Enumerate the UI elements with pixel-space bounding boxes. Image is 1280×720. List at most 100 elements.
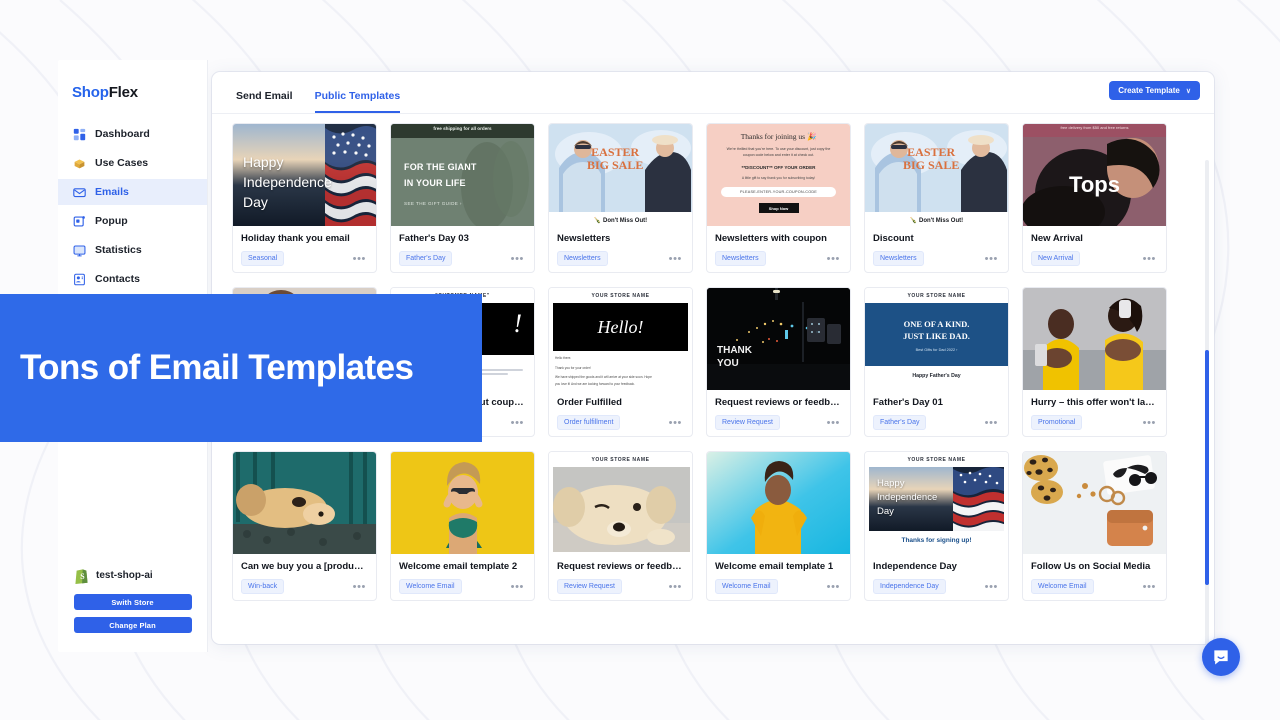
sidebar-item-contacts[interactable]: Contacts xyxy=(58,266,207,292)
thumb-store-name: YOUR STORE NAME xyxy=(865,452,1008,467)
scrollbar-thumb[interactable] xyxy=(1205,350,1209,585)
template-tag[interactable]: Father's Day xyxy=(873,415,926,430)
template-card-body: Welcome email template 2 Welcome Email •… xyxy=(391,554,534,600)
template-tag[interactable]: Welcome Email xyxy=(1031,579,1094,594)
template-card-body: Hurry – this offer won't last f… Promoti… xyxy=(1023,390,1166,436)
chat-launcher-button[interactable] xyxy=(1202,638,1240,676)
template-title: Request reviews or feedback xyxy=(557,561,684,572)
template-card-body: Holiday thank you email Seasonal ••• xyxy=(233,226,376,272)
card-menu-icon[interactable]: ••• xyxy=(669,584,684,590)
template-card[interactable]: THANK YOU Request reviews or feedback1 R… xyxy=(706,287,851,437)
template-card[interactable]: EASTER BIG SALE 🍾 Don't Miss Out! Discou… xyxy=(864,123,1009,273)
sidebar-item-label: Contacts xyxy=(95,273,140,285)
template-card[interactable]: Can we buy you a [product y… Win-back ••… xyxy=(232,451,377,601)
sidebar-item-popup[interactable]: Popup xyxy=(58,208,207,234)
template-thumbnail xyxy=(1023,452,1166,554)
template-card-body: Newsletters with coupon Newsletters ••• xyxy=(707,226,850,272)
template-tag[interactable]: Welcome Email xyxy=(715,579,778,594)
thumb-cta-button[interactable]: Shop Now xyxy=(759,203,799,213)
card-menu-icon[interactable]: ••• xyxy=(511,420,526,426)
template-title: Can we buy you a [product y… xyxy=(241,561,368,572)
template-card[interactable]: Welcome email template 2 Welcome Email •… xyxy=(390,451,535,601)
template-card-footer: Review Request ••• xyxy=(715,415,842,430)
thumb-text-line: ONE OF A KIND. xyxy=(903,318,970,330)
logo-text-flex: Flex xyxy=(109,84,138,101)
template-tag[interactable]: Review Request xyxy=(557,579,622,594)
sidebar-item-use-cases[interactable]: Use Cases xyxy=(58,150,207,176)
template-tag[interactable]: Newsletters xyxy=(715,251,766,266)
sidebar-item-dashboard[interactable]: Dashboard xyxy=(58,121,207,147)
card-menu-icon[interactable]: ••• xyxy=(511,256,526,262)
template-card[interactable]: YOUR STORE NAME ONE OF A KIND. JUST LIKE… xyxy=(864,287,1009,437)
template-tag[interactable]: Father's Day xyxy=(399,251,452,266)
template-tag[interactable]: Review Request xyxy=(715,415,780,430)
app-logo[interactable]: ShopFlex xyxy=(58,60,207,101)
thumb-store-name: YOUR STORE NAME xyxy=(549,288,692,303)
template-thumbnail: EASTER BIG SALE 🍾 Don't Miss Out! xyxy=(549,124,692,226)
card-menu-icon[interactable]: ••• xyxy=(1143,584,1158,590)
card-menu-icon[interactable]: ••• xyxy=(827,584,842,590)
thumb-text-line: coupon code below and enter it at check … xyxy=(715,152,842,158)
card-menu-icon[interactable]: ••• xyxy=(1143,420,1158,426)
template-card[interactable]: Follow Us on Social Media Welcome Email … xyxy=(1022,451,1167,601)
card-menu-icon[interactable]: ••• xyxy=(669,420,684,426)
template-tag[interactable]: Newsletters xyxy=(873,251,924,266)
card-menu-icon[interactable]: ••• xyxy=(669,256,684,262)
template-card[interactable]: YOUR STORE NAME xyxy=(864,451,1009,601)
template-card[interactable]: EASTER BIG SALE 🍾 Don't Miss Out! Newsle… xyxy=(548,123,693,273)
template-tag[interactable]: Newsletters xyxy=(557,251,608,266)
template-card[interactable]: Happy Independence Day Holiday thank you… xyxy=(232,123,377,273)
tab-send-email[interactable]: Send Email xyxy=(236,90,293,113)
card-menu-icon[interactable]: ••• xyxy=(353,256,368,262)
template-card[interactable]: free delivery from $50 and free returns … xyxy=(1022,123,1167,273)
template-card[interactable]: YOUR STORE NAME xyxy=(548,451,693,601)
card-menu-icon[interactable]: ••• xyxy=(827,256,842,262)
card-menu-icon[interactable]: ••• xyxy=(985,256,1000,262)
template-title: Independence Day xyxy=(873,561,1000,572)
coupon-code-field[interactable]: PLEASE-ENTER-YOUR-COUPON-CODE xyxy=(721,187,836,197)
template-card[interactable]: Hurry – this offer won't last f… Promoti… xyxy=(1022,287,1167,437)
card-menu-icon[interactable]: ••• xyxy=(1143,256,1158,262)
template-title: Holiday thank you email xyxy=(241,233,368,244)
template-title: Father's Day 01 xyxy=(873,397,1000,408)
sidebar-item-statistics[interactable]: Statistics xyxy=(58,237,207,263)
create-template-button[interactable]: Create Template ∨ xyxy=(1109,81,1200,100)
popup-icon xyxy=(73,215,86,228)
panel-header: Send Email Public Templates Create Templ… xyxy=(212,72,1214,114)
thumb-text-line: Day xyxy=(877,505,937,519)
template-tag[interactable]: Win-back xyxy=(241,579,284,594)
template-card[interactable]: Thanks for joining us 🎉 We're thrilled t… xyxy=(706,123,851,273)
template-thumbnail: free shipping for all orders FOR THE GIA… xyxy=(391,124,534,226)
tab-public-templates[interactable]: Public Templates xyxy=(315,90,401,113)
sidebar-item-emails[interactable]: Emails xyxy=(58,179,207,205)
template-tag[interactable]: Independence Day xyxy=(873,579,946,594)
card-menu-icon[interactable]: ••• xyxy=(985,584,1000,590)
card-menu-icon[interactable]: ••• xyxy=(511,584,526,590)
template-card[interactable]: YOUR STORE NAME Hello! Hello there. Than… xyxy=(548,287,693,437)
thumb-text-line: Happy xyxy=(877,477,937,491)
template-tag[interactable]: Welcome Email xyxy=(399,579,462,594)
switch-store-button[interactable]: Swith Store xyxy=(74,594,192,610)
template-card[interactable]: free shipping for all orders FOR THE GIA… xyxy=(390,123,535,273)
template-tag[interactable]: Seasonal xyxy=(241,251,284,266)
card-menu-icon[interactable]: ••• xyxy=(827,420,842,426)
card-menu-icon[interactable]: ••• xyxy=(985,420,1000,426)
card-menu-icon[interactable]: ••• xyxy=(353,584,368,590)
chevron-down-icon: ∨ xyxy=(1186,87,1191,95)
thumb-banner-text: free delivery from $50 and free returns xyxy=(1023,125,1166,130)
template-tag[interactable]: Promotional xyxy=(1031,415,1082,430)
promo-banner: Tons of Email Templates xyxy=(0,294,482,442)
template-card[interactable]: Welcome email template 1 Welcome Email •… xyxy=(706,451,851,601)
template-tag[interactable]: Order fulfillment xyxy=(557,415,620,430)
thumb-banner-text: free shipping for all orders xyxy=(391,126,534,131)
template-tag[interactable]: New Arrival xyxy=(1031,251,1080,266)
template-card-footer: Promotional ••• xyxy=(1031,415,1158,430)
thumb-text-line: BIG SALE xyxy=(587,159,643,172)
template-card-footer: Newsletters ••• xyxy=(873,251,1000,266)
scrollbar-track[interactable] xyxy=(1205,160,1209,644)
thumb-text-line: A little gift to say thank you for subsc… xyxy=(715,176,842,180)
change-plan-button[interactable]: Change Plan xyxy=(74,617,192,633)
sidebar-item-label: Emails xyxy=(95,186,129,198)
template-thumbnail: THANK YOU xyxy=(707,288,850,390)
template-card-footer: Father's Day ••• xyxy=(873,415,1000,430)
